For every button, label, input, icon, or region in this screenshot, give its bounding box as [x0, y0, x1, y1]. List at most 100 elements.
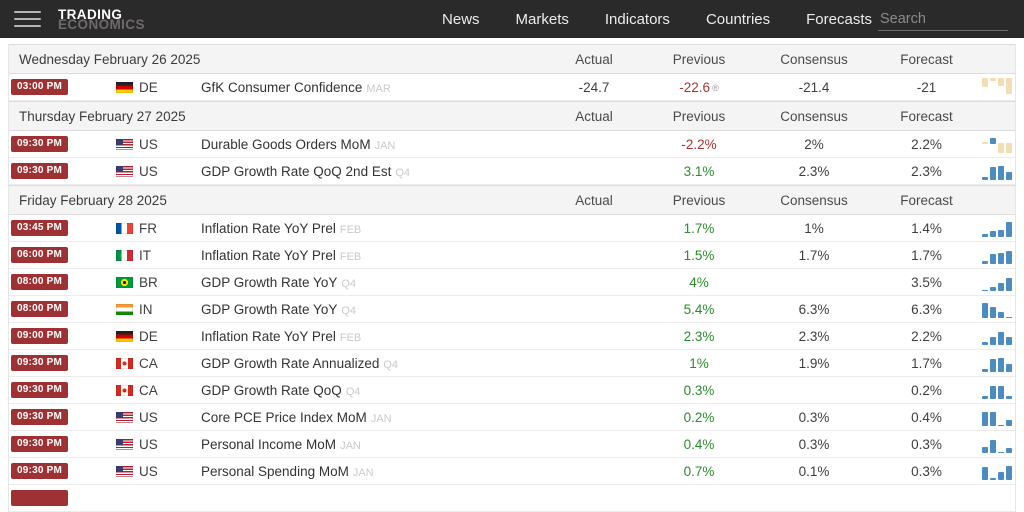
table-row[interactable]: 09:30 PMCAGDP Growth Rate AnnualizedQ41%…	[9, 350, 1015, 377]
table-row[interactable]: 08:00 PMBRGDP Growth Rate YoYQ44%3.5%	[9, 269, 1015, 296]
table-row[interactable]: 09:30 PMUSDurable Goods Orders MoMJAN-2.…	[9, 131, 1015, 158]
column-header-forecast: Forecast	[874, 52, 979, 67]
forecast-value: 1.7%	[874, 356, 979, 371]
spark-bar	[982, 369, 988, 372]
previous-value: 0.7%	[644, 464, 754, 479]
search-input[interactable]	[878, 8, 1008, 31]
spark-bar	[998, 166, 1004, 180]
period-label: Q4	[383, 359, 398, 371]
event-link[interactable]: GDP Growth Rate QoQ 2nd EstQ4	[201, 164, 544, 179]
logo-line-2: ECONOMICS	[58, 19, 145, 30]
previous-value: 1.7%	[644, 221, 754, 236]
table-row[interactable]: 03:45 PMFRInflation Rate YoY PrelFEB 1.7%…	[9, 215, 1015, 242]
spark-bar	[1006, 78, 1012, 94]
sparkline-chart-icon[interactable]	[982, 162, 1012, 180]
table-row-partial	[9, 485, 1015, 512]
time-badge: 08:00 PM	[11, 274, 68, 290]
spark-bar	[990, 359, 996, 372]
country-cell: IN	[109, 302, 201, 317]
nav-item-indicators[interactable]: Indicators	[605, 11, 670, 28]
sparkline-chart-icon[interactable]	[982, 273, 1012, 291]
time-badge: 09:30 PM	[11, 136, 68, 152]
country-cell: US	[109, 464, 201, 479]
period-label: FEB	[340, 251, 361, 263]
spark-bar	[990, 138, 996, 145]
event-link[interactable]: Durable Goods Orders MoMJAN	[201, 137, 544, 152]
sparkline-chart-icon[interactable]	[982, 246, 1012, 264]
spark-bar	[990, 167, 996, 181]
nav-item-countries[interactable]: Countries	[706, 11, 770, 28]
spark-bar	[998, 143, 1004, 153]
spark-bar	[1006, 172, 1012, 180]
event-link[interactable]: Inflation Rate YoY PrelFEB	[201, 221, 544, 236]
event-link[interactable]: GDP Growth Rate QoQQ4	[201, 383, 544, 398]
previous-value: 4%	[644, 275, 754, 290]
time-cell: 09:30 PM	[9, 163, 109, 179]
spark-bar	[982, 234, 988, 237]
time-cell: 03:00 PM	[9, 79, 109, 95]
forecast-value: 0.2%	[874, 383, 979, 398]
sparkline-chart-icon[interactable]	[982, 78, 1012, 96]
event-link[interactable]: GDP Growth Rate YoYQ4	[201, 275, 544, 290]
time-cell: 08:00 PM	[9, 274, 109, 290]
consensus-value: 0.3%	[754, 437, 874, 452]
nav-item-forecasts[interactable]: Forecasts	[806, 11, 872, 28]
table-row[interactable]: 09:30 PM USPersonal Spending MoMJAN 0.7% 0.…	[9, 458, 1015, 485]
event-link[interactable]: Core PCE Price Index MoMJAN	[201, 410, 544, 425]
country-cell: US	[109, 437, 201, 452]
event-link[interactable]: Inflation Rate YoY PrelFEB	[201, 248, 544, 263]
event-link[interactable]: GDP Growth Rate YoYQ4	[201, 302, 544, 317]
column-header-previous: Previous	[644, 193, 754, 208]
country-code: DE	[139, 80, 158, 95]
previous-value: 2.3%	[644, 329, 754, 344]
time-cell: 09:30 PM	[9, 436, 109, 452]
nav-item-news[interactable]: News	[442, 11, 480, 28]
time-cell: 03:45 PM	[9, 220, 109, 236]
event-link[interactable]: GfK Consumer ConfidenceMAR	[201, 80, 544, 95]
sparkline-chart-icon[interactable]	[982, 135, 1012, 153]
sparkline-chart-icon[interactable]	[982, 354, 1012, 372]
spark-bar	[1006, 143, 1012, 153]
country-code: IT	[139, 248, 151, 263]
revised-icon: ®	[712, 83, 719, 93]
country-cell: IT	[109, 248, 201, 263]
previous-value: 5.4%	[644, 302, 754, 317]
sparkline-chart-icon[interactable]	[982, 462, 1012, 480]
table-row[interactable]: 09:30 PMUSGDP Growth Rate QoQ 2nd EstQ43…	[9, 158, 1015, 185]
forecast-value: 0.3%	[874, 464, 979, 479]
time-badge: 09:30 PM	[11, 463, 68, 479]
table-row[interactable]: 03:00 PMDEGfK Consumer ConfidenceMAR-24.…	[9, 74, 1015, 101]
table-row[interactable]: 09:30 PMUSPersonal Income MoMJAN0.4%0.3%…	[9, 431, 1015, 458]
section-date-label: Friday February 28 2025	[9, 193, 544, 208]
table-row[interactable]: 09:30 PMUSCore PCE Price Index MoMJAN0.2…	[9, 404, 1015, 431]
time-badge: 09:30 PM	[11, 355, 68, 371]
period-label: JAN	[371, 413, 392, 425]
period-label: JAN	[340, 440, 361, 452]
sparkline-chart-icon[interactable]	[982, 408, 1012, 426]
sparkline-chart-icon[interactable]	[982, 381, 1012, 399]
country-cell: DE	[109, 329, 201, 344]
spark-bar	[998, 332, 1004, 346]
event-link[interactable]: GDP Growth Rate AnnualizedQ4	[201, 356, 544, 371]
sparkline-chart-icon[interactable]	[982, 327, 1012, 345]
sparkline-chart-icon[interactable]	[982, 219, 1012, 237]
sparkline-chart-icon[interactable]	[982, 300, 1012, 318]
time-badge	[11, 490, 68, 506]
event-link[interactable]: Inflation Rate YoY PrelFEB	[201, 329, 544, 344]
sparkline-chart-icon[interactable]	[982, 435, 1012, 453]
country-cell: FR	[109, 221, 201, 236]
table-row[interactable]: 09:00 PMDEInflation Rate YoY PrelFEB2.3%…	[9, 323, 1015, 350]
event-link[interactable]: Personal Spending MoMJAN	[201, 464, 544, 479]
table-row[interactable]: 06:00 PMITInflation Rate YoY PrelFEB1.5%…	[9, 242, 1015, 269]
event-link[interactable]: Personal Income MoMJAN	[201, 437, 544, 452]
table-row[interactable]: 08:00 PMINGDP Growth Rate YoYQ45.4%6.3%6…	[9, 296, 1015, 323]
table-row[interactable]: 09:30 PMCAGDP Growth Rate QoQQ40.3%0.2%	[9, 377, 1015, 404]
time-badge: 09:30 PM	[11, 163, 68, 179]
country-cell: BR	[109, 275, 201, 290]
spark-bar	[982, 342, 988, 345]
nav-item-markets[interactable]: Markets	[516, 11, 569, 28]
logo[interactable]: TRADING ECONOMICS	[58, 9, 145, 30]
country-code: CA	[139, 356, 158, 371]
hamburger-menu-icon[interactable]	[14, 6, 41, 32]
spark-bar	[982, 78, 988, 87]
